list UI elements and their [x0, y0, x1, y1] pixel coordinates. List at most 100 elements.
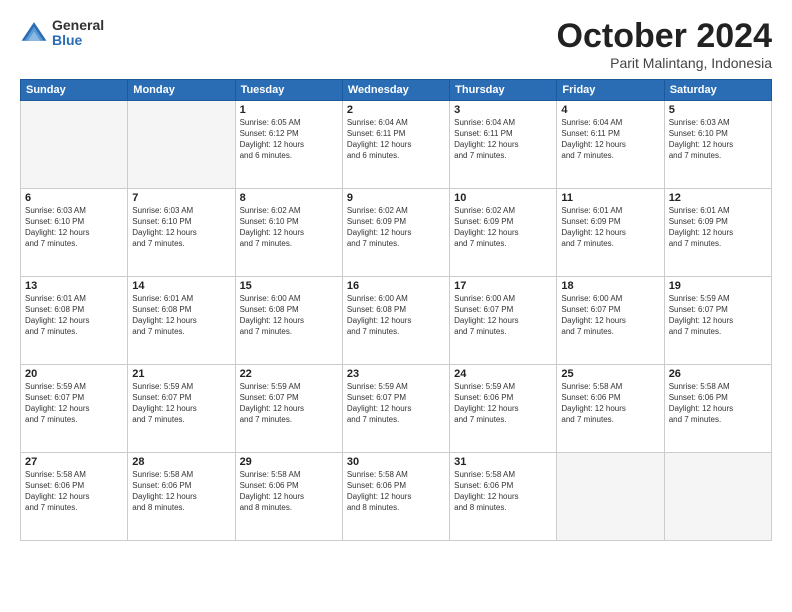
- calendar-cell: 5 Sunrise: 6:03 AMSunset: 6:10 PMDaylight…: [664, 101, 771, 189]
- calendar-cell: 1 Sunrise: 6:05 AMSunset: 6:12 PMDaylight…: [235, 101, 342, 189]
- day-info: Sunrise: 6:04 AMSunset: 6:11 PMDaylight:…: [347, 118, 445, 161]
- week-row-4: 20 Sunrise: 5:59 AMSunset: 6:07 PMDayligh…: [21, 365, 772, 453]
- logo-blue: Blue: [52, 33, 104, 48]
- month-title: October 2024: [557, 18, 772, 55]
- day-info: Sunrise: 5:59 AMSunset: 6:06 PMDaylight:…: [454, 382, 552, 425]
- calendar-cell: 24 Sunrise: 5:59 AMSunset: 6:06 PMDayligh…: [450, 365, 557, 453]
- day-header-thursday: Thursday: [450, 80, 557, 101]
- calendar-cell: 25Sunrise: 5:58 AMSunset: 6:06 PMDayligh…: [557, 365, 664, 453]
- day-header-saturday: Saturday: [664, 80, 771, 101]
- day-info: Sunrise: 6:00 AMSunset: 6:07 PMDaylight:…: [454, 294, 552, 337]
- day-info: Sunrise: 5:58 AMSunset: 6:06 PMDaylight:…: [561, 382, 659, 425]
- day-info: Sunrise: 5:58 AMSunset: 6:06 PMDaylight:…: [454, 470, 552, 513]
- day-number: 26: [669, 368, 767, 380]
- calendar-cell: 31 Sunrise: 5:58 AMSunset: 6:06 PMDayligh…: [450, 453, 557, 541]
- day-number: 21: [132, 368, 230, 380]
- day-number: 28: [132, 456, 230, 468]
- calendar-cell: 27 Sunrise: 5:58 AMSunset: 6:06 PMDayligh…: [21, 453, 128, 541]
- day-header-wednesday: Wednesday: [342, 80, 449, 101]
- day-info: Sunrise: 5:58 AMSunset: 6:06 PMDaylight:…: [240, 470, 338, 513]
- day-number: 10: [454, 192, 552, 204]
- calendar-cell: 10 Sunrise: 6:02 AMSunset: 6:09 PMDayligh…: [450, 189, 557, 277]
- day-info: Sunrise: 5:59 AMSunset: 6:07 PMDaylight:…: [669, 294, 767, 337]
- day-number: 18: [561, 280, 659, 292]
- calendar-cell: 11 Sunrise: 6:01 AMSunset: 6:09 PMDayligh…: [557, 189, 664, 277]
- day-info: Sunrise: 5:59 AMSunset: 6:07 PMDaylight:…: [25, 382, 123, 425]
- day-number: 27: [25, 456, 123, 468]
- calendar-cell: 9Sunrise: 6:02 AMSunset: 6:09 PMDaylight…: [342, 189, 449, 277]
- day-info: Sunrise: 6:02 AMSunset: 6:09 PMDaylight:…: [454, 206, 552, 249]
- day-number: 15: [240, 280, 338, 292]
- day-info: Sunrise: 6:03 AMSunset: 6:10 PMDaylight:…: [669, 118, 767, 161]
- day-header-friday: Friday: [557, 80, 664, 101]
- calendar-cell: 13Sunrise: 6:01 AMSunset: 6:08 PMDayligh…: [21, 277, 128, 365]
- day-number: 17: [454, 280, 552, 292]
- calendar-header-row: SundayMondayTuesdayWednesdayThursdayFrid…: [21, 80, 772, 101]
- calendar-cell: 4 Sunrise: 6:04 AMSunset: 6:11 PMDaylight…: [557, 101, 664, 189]
- day-header-monday: Monday: [128, 80, 235, 101]
- day-info: Sunrise: 6:03 AMSunset: 6:10 PMDaylight:…: [25, 206, 123, 249]
- day-number: 19: [669, 280, 767, 292]
- day-info: Sunrise: 6:02 AMSunset: 6:10 PMDaylight:…: [240, 206, 338, 249]
- day-number: 2: [347, 104, 445, 116]
- logo-text: General Blue: [52, 18, 104, 49]
- calendar-cell: 21 Sunrise: 5:59 AMSunset: 6:07 PMDayligh…: [128, 365, 235, 453]
- day-info: Sunrise: 5:58 AMSunset: 6:06 PMDaylight:…: [132, 470, 230, 513]
- logo-icon: [20, 19, 48, 47]
- calendar-cell: 28 Sunrise: 5:58 AMSunset: 6:06 PMDayligh…: [128, 453, 235, 541]
- day-number: 11: [561, 192, 659, 204]
- day-header-tuesday: Tuesday: [235, 80, 342, 101]
- calendar-cell: [128, 101, 235, 189]
- logo: General Blue: [20, 18, 104, 49]
- day-number: 12: [669, 192, 767, 204]
- day-info: Sunrise: 6:03 AMSunset: 6:10 PMDaylight:…: [132, 206, 230, 249]
- day-info: Sunrise: 5:59 AMSunset: 6:07 PMDaylight:…: [347, 382, 445, 425]
- page: General Blue October 2024 Parit Malintan…: [0, 0, 792, 612]
- day-number: 24: [454, 368, 552, 380]
- calendar-cell: [557, 453, 664, 541]
- week-row-5: 27 Sunrise: 5:58 AMSunset: 6:06 PMDayligh…: [21, 453, 772, 541]
- day-info: Sunrise: 6:00 AMSunset: 6:07 PMDaylight:…: [561, 294, 659, 337]
- calendar-cell: 20 Sunrise: 5:59 AMSunset: 6:07 PMDayligh…: [21, 365, 128, 453]
- day-number: 5: [669, 104, 767, 116]
- calendar-cell: 12 Sunrise: 6:01 AMSunset: 6:09 PMDayligh…: [664, 189, 771, 277]
- day-number: 14: [132, 280, 230, 292]
- day-number: 31: [454, 456, 552, 468]
- day-info: Sunrise: 6:05 AMSunset: 6:12 PMDaylight:…: [240, 118, 338, 161]
- day-info: Sunrise: 6:01 AMSunset: 6:08 PMDaylight:…: [132, 294, 230, 337]
- day-info: Sunrise: 5:58 AMSunset: 6:06 PMDaylight:…: [25, 470, 123, 513]
- calendar-cell: [664, 453, 771, 541]
- calendar-cell: 2 Sunrise: 6:04 AMSunset: 6:11 PMDaylight…: [342, 101, 449, 189]
- calendar-cell: 3 Sunrise: 6:04 AMSunset: 6:11 PMDaylight…: [450, 101, 557, 189]
- day-number: 7: [132, 192, 230, 204]
- day-number: 3: [454, 104, 552, 116]
- calendar-cell: 7 Sunrise: 6:03 AMSunset: 6:10 PMDaylight…: [128, 189, 235, 277]
- week-row-3: 13 Sunrise: 6:01 AMSunset: 6:08 PMDayligh…: [21, 277, 772, 365]
- calendar-cell: 14 Sunrise: 6:01 AMSunset: 6:08 PMDayligh…: [128, 277, 235, 365]
- day-info: Sunrise: 5:59 AMSunset: 6:07 PMDaylight:…: [132, 382, 230, 425]
- day-info: Sunrise: 6:01 AMSunset: 6:09 PMDaylight:…: [669, 206, 767, 249]
- day-number: 20: [25, 368, 123, 380]
- day-info: Sunrise: 5:59 AMSunset: 6:07 PMDaylight:…: [240, 382, 338, 425]
- header: General Blue October 2024 Parit Malintan…: [20, 18, 772, 71]
- day-header-sunday: Sunday: [21, 80, 128, 101]
- day-info: Sunrise: 6:00 AMSunset: 6:08 PMDaylight:…: [240, 294, 338, 337]
- day-number: 30: [347, 456, 445, 468]
- calendar-cell: 16Sunrise: 6:00 AMSunset: 6:08 PMDayligh…: [342, 277, 449, 365]
- calendar-cell: 17 Sunrise: 6:00 AMSunset: 6:07 PMDayligh…: [450, 277, 557, 365]
- day-number: 13: [25, 280, 123, 292]
- calendar-cell: 18 Sunrise: 6:00 AMSunset: 6:07 PMDayligh…: [557, 277, 664, 365]
- day-info: Sunrise: 6:01 AMSunset: 6:09 PMDaylight:…: [561, 206, 659, 249]
- day-number: 4: [561, 104, 659, 116]
- location-subtitle: Parit Malintang, Indonesia: [557, 55, 772, 71]
- day-info: Sunrise: 6:04 AMSunset: 6:11 PMDaylight:…: [454, 118, 552, 161]
- calendar-cell: 19 Sunrise: 5:59 AMSunset: 6:07 PMDayligh…: [664, 277, 771, 365]
- day-number: 1: [240, 104, 338, 116]
- week-row-2: 6Sunrise: 6:03 AMSunset: 6:10 PMDaylight…: [21, 189, 772, 277]
- calendar-cell: 15 Sunrise: 6:00 AMSunset: 6:08 PMDayligh…: [235, 277, 342, 365]
- day-number: 8: [240, 192, 338, 204]
- day-info: Sunrise: 6:04 AMSunset: 6:11 PMDaylight:…: [561, 118, 659, 161]
- calendar-cell: [21, 101, 128, 189]
- calendar-table: SundayMondayTuesdayWednesdayThursdayFrid…: [20, 79, 772, 541]
- day-number: 23: [347, 368, 445, 380]
